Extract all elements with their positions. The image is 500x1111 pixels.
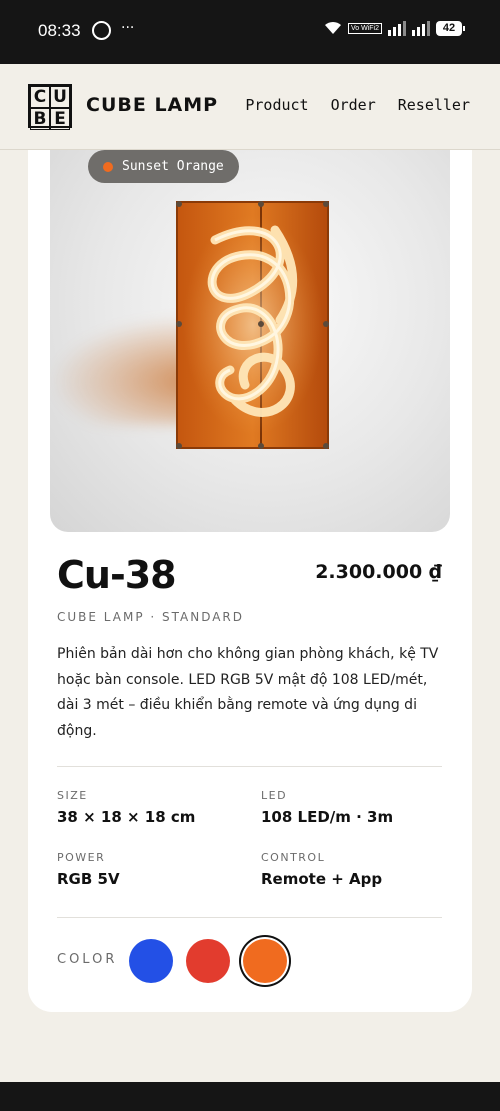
color-badge: Sunset Orange [88,150,239,183]
product-description: Phiên bản dài hơn cho không gian phòng k… [57,646,439,739]
logo[interactable]: C U B E [28,84,72,130]
color-swatch-red[interactable] [186,939,230,983]
color-swatch-orange[interactable] [243,939,287,983]
spec-control-value: Remote + App [261,870,383,888]
spec-control-label: CONTROL [261,851,326,864]
site-header: C U B E CUBE LAMP Product Order Reseller [0,64,500,150]
status-bar: 08:33 ··· Vo WiFi2 42 [0,0,500,64]
battery-icon: 42 [436,20,465,36]
logo-letter: U [50,86,70,108]
wifi-icon [324,21,341,34]
product-image: Sunset Orange [50,150,450,532]
product-title: Cu-38 [57,553,177,597]
product-card: Sunset Orange Cu-38 2.300.000 ₫ CUBE LAM… [28,150,472,1012]
product-price: 2.300.000 ₫ [315,561,442,583]
vowifi-icon: Vo WiFi2 [347,22,382,34]
notification-dots-icon: ··· [121,20,135,36]
spec-size-value: 38 × 18 × 18 cm [57,808,196,826]
whatsapp-icon [92,21,111,40]
status-time: 08:33 [38,21,81,40]
signal-icon [388,20,406,36]
logo-letter: B [30,108,50,130]
logo-letter: C [30,86,50,108]
signal-icon-2 [412,20,430,36]
nav-reseller[interactable]: Reseller [398,96,470,114]
spec-power-value: RGB 5V [57,870,120,888]
nav-order[interactable]: Order [331,96,376,114]
logo-letter: E [50,108,70,130]
brand-name[interactable]: CUBE LAMP [86,94,218,116]
spec-size-label: SIZE [57,789,88,802]
lamp-illustration [176,201,329,449]
color-label: COLOR [57,952,118,967]
divider [57,917,442,918]
system-nav-bar [0,1082,500,1111]
spec-power-label: POWER [57,851,106,864]
spec-led-value: 108 LED/m · 3m [261,808,394,826]
badge-label: Sunset Orange [122,159,224,174]
divider [57,766,442,767]
main-nav: Product Order Reseller [245,96,470,114]
spec-led-label: LED [261,789,288,802]
product-subtitle: CUBE LAMP · STANDARD [57,610,245,624]
color-swatch-blue[interactable] [129,939,173,983]
nav-product[interactable]: Product [245,96,308,114]
badge-dot [103,162,113,172]
